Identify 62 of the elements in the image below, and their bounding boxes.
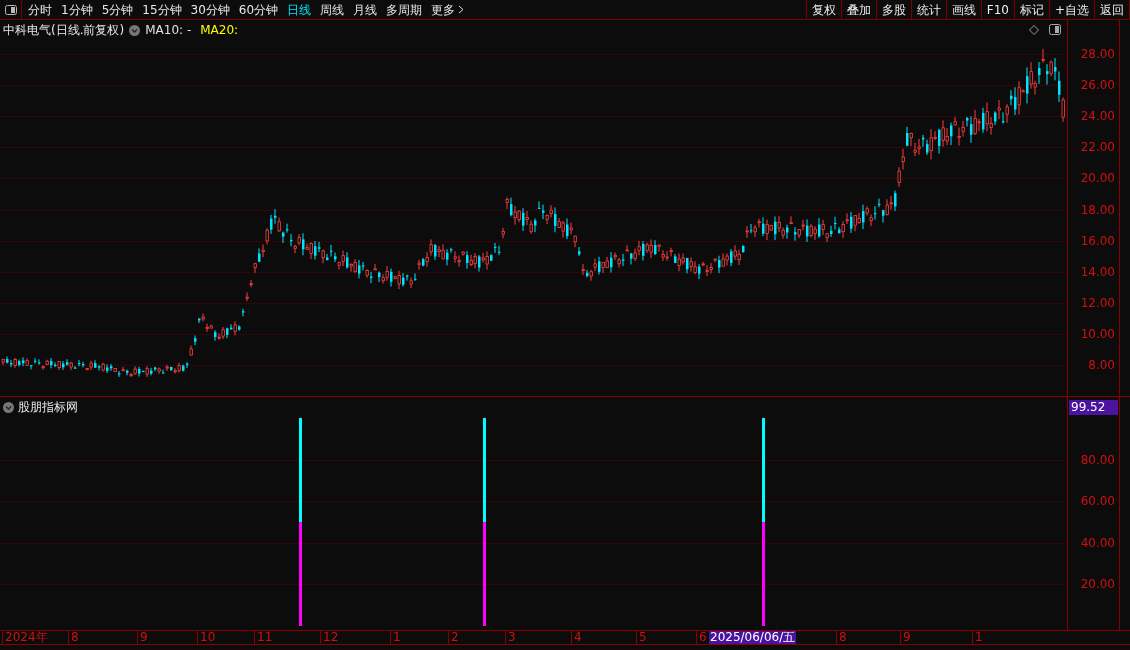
period-tab[interactable]: 60分钟 xyxy=(238,0,279,19)
price-axis-label: 28.00 xyxy=(1080,48,1115,60)
date-axis-label: 10 xyxy=(197,631,216,644)
period-tab[interactable]: 5分钟 xyxy=(101,0,134,19)
price-axis-label: 8.00 xyxy=(1088,359,1115,371)
panel-toggle-icon xyxy=(4,4,17,15)
indicator-axis-label: 40.00 xyxy=(1080,536,1115,549)
date-axis-label: 8 xyxy=(836,631,847,644)
period-tab[interactable]: 日线 xyxy=(287,0,312,19)
indicator-axis-label: 20.00 xyxy=(1080,578,1115,591)
toolbar-button[interactable]: 标记 xyxy=(1014,0,1050,19)
period-tab[interactable]: 分时 xyxy=(28,0,52,19)
date-axis-label: 9 xyxy=(137,631,148,644)
date-axis-label: 11 xyxy=(254,631,273,644)
chevron-down-icon[interactable] xyxy=(129,24,141,36)
price-axis-label: 22.00 xyxy=(1080,141,1115,154)
indicator-axis-label: 80.00 xyxy=(1080,453,1115,466)
toolbar-button[interactable]: 复权 xyxy=(806,0,842,19)
toolbar-button[interactable]: 返回 xyxy=(1095,0,1130,19)
chevron-down-icon[interactable] xyxy=(3,401,14,413)
toolbar-button[interactable]: 多股 xyxy=(876,0,912,19)
toolbar-button[interactable]: 统计 xyxy=(911,0,947,19)
period-tab[interactable]: 30分钟 xyxy=(190,0,230,19)
chart-title: 中科电气(日线.前复权) xyxy=(3,22,125,39)
date-axis-label: 9 xyxy=(900,631,911,644)
date-axis-label: 2024年 xyxy=(2,631,48,644)
period-tab[interactable]: 1分钟 xyxy=(61,0,93,19)
indicator-panel-title: 股朋指标网 xyxy=(18,399,78,416)
date-axis-label: 12 xyxy=(320,631,339,644)
toolbar-button[interactable]: 叠加 xyxy=(841,0,877,19)
date-axis-label: 1 xyxy=(390,631,401,644)
panel-toggle-icon[interactable] xyxy=(1049,24,1061,35)
date-axis-label: 5 xyxy=(636,631,647,644)
price-axis-label: 24.00 xyxy=(1080,110,1115,123)
date-axis-label: 6 xyxy=(696,631,707,644)
price-axis-label: 12.00 xyxy=(1080,296,1115,309)
toolbar-button[interactable]: 画线 xyxy=(946,0,982,19)
toolbar-button[interactable]: F10 xyxy=(981,0,1015,19)
period-tab[interactable]: 多周期 xyxy=(386,0,423,19)
date-axis-label: 3 xyxy=(505,631,516,644)
date-axis-label: 2 xyxy=(448,631,459,644)
price-axis-label: 26.00 xyxy=(1080,79,1115,92)
price-axis-label: 20.00 xyxy=(1080,172,1115,185)
date-axis-label: 4 xyxy=(571,631,582,644)
date-axis-label: 8 xyxy=(68,631,79,644)
current-value-badge: 99.52 xyxy=(1069,400,1118,415)
period-tab[interactable]: 更多 xyxy=(431,0,465,19)
price-axis-label: 16.00 xyxy=(1080,234,1115,247)
price-axis-label: 10.00 xyxy=(1080,327,1115,340)
indicator-axis-label: 60.00 xyxy=(1080,495,1115,508)
diamond-icon[interactable] xyxy=(1029,25,1039,35)
period-tab[interactable]: 月线 xyxy=(353,0,378,19)
period-tab[interactable]: 周线 xyxy=(320,0,345,19)
toolbar-button[interactable]: +自选 xyxy=(1049,0,1095,19)
indicator-label: MA20: xyxy=(200,22,239,39)
price-axis-label: 18.00 xyxy=(1080,203,1115,216)
price-axis-label: 14.00 xyxy=(1080,265,1115,278)
indicator-label: MA10: - xyxy=(145,22,192,39)
date-axis-label: 2025/06/06/五 xyxy=(709,631,797,644)
period-tab[interactable]: 15分钟 xyxy=(142,0,182,19)
date-axis-label: 1 xyxy=(972,631,983,644)
chevron-right-icon xyxy=(458,5,465,14)
